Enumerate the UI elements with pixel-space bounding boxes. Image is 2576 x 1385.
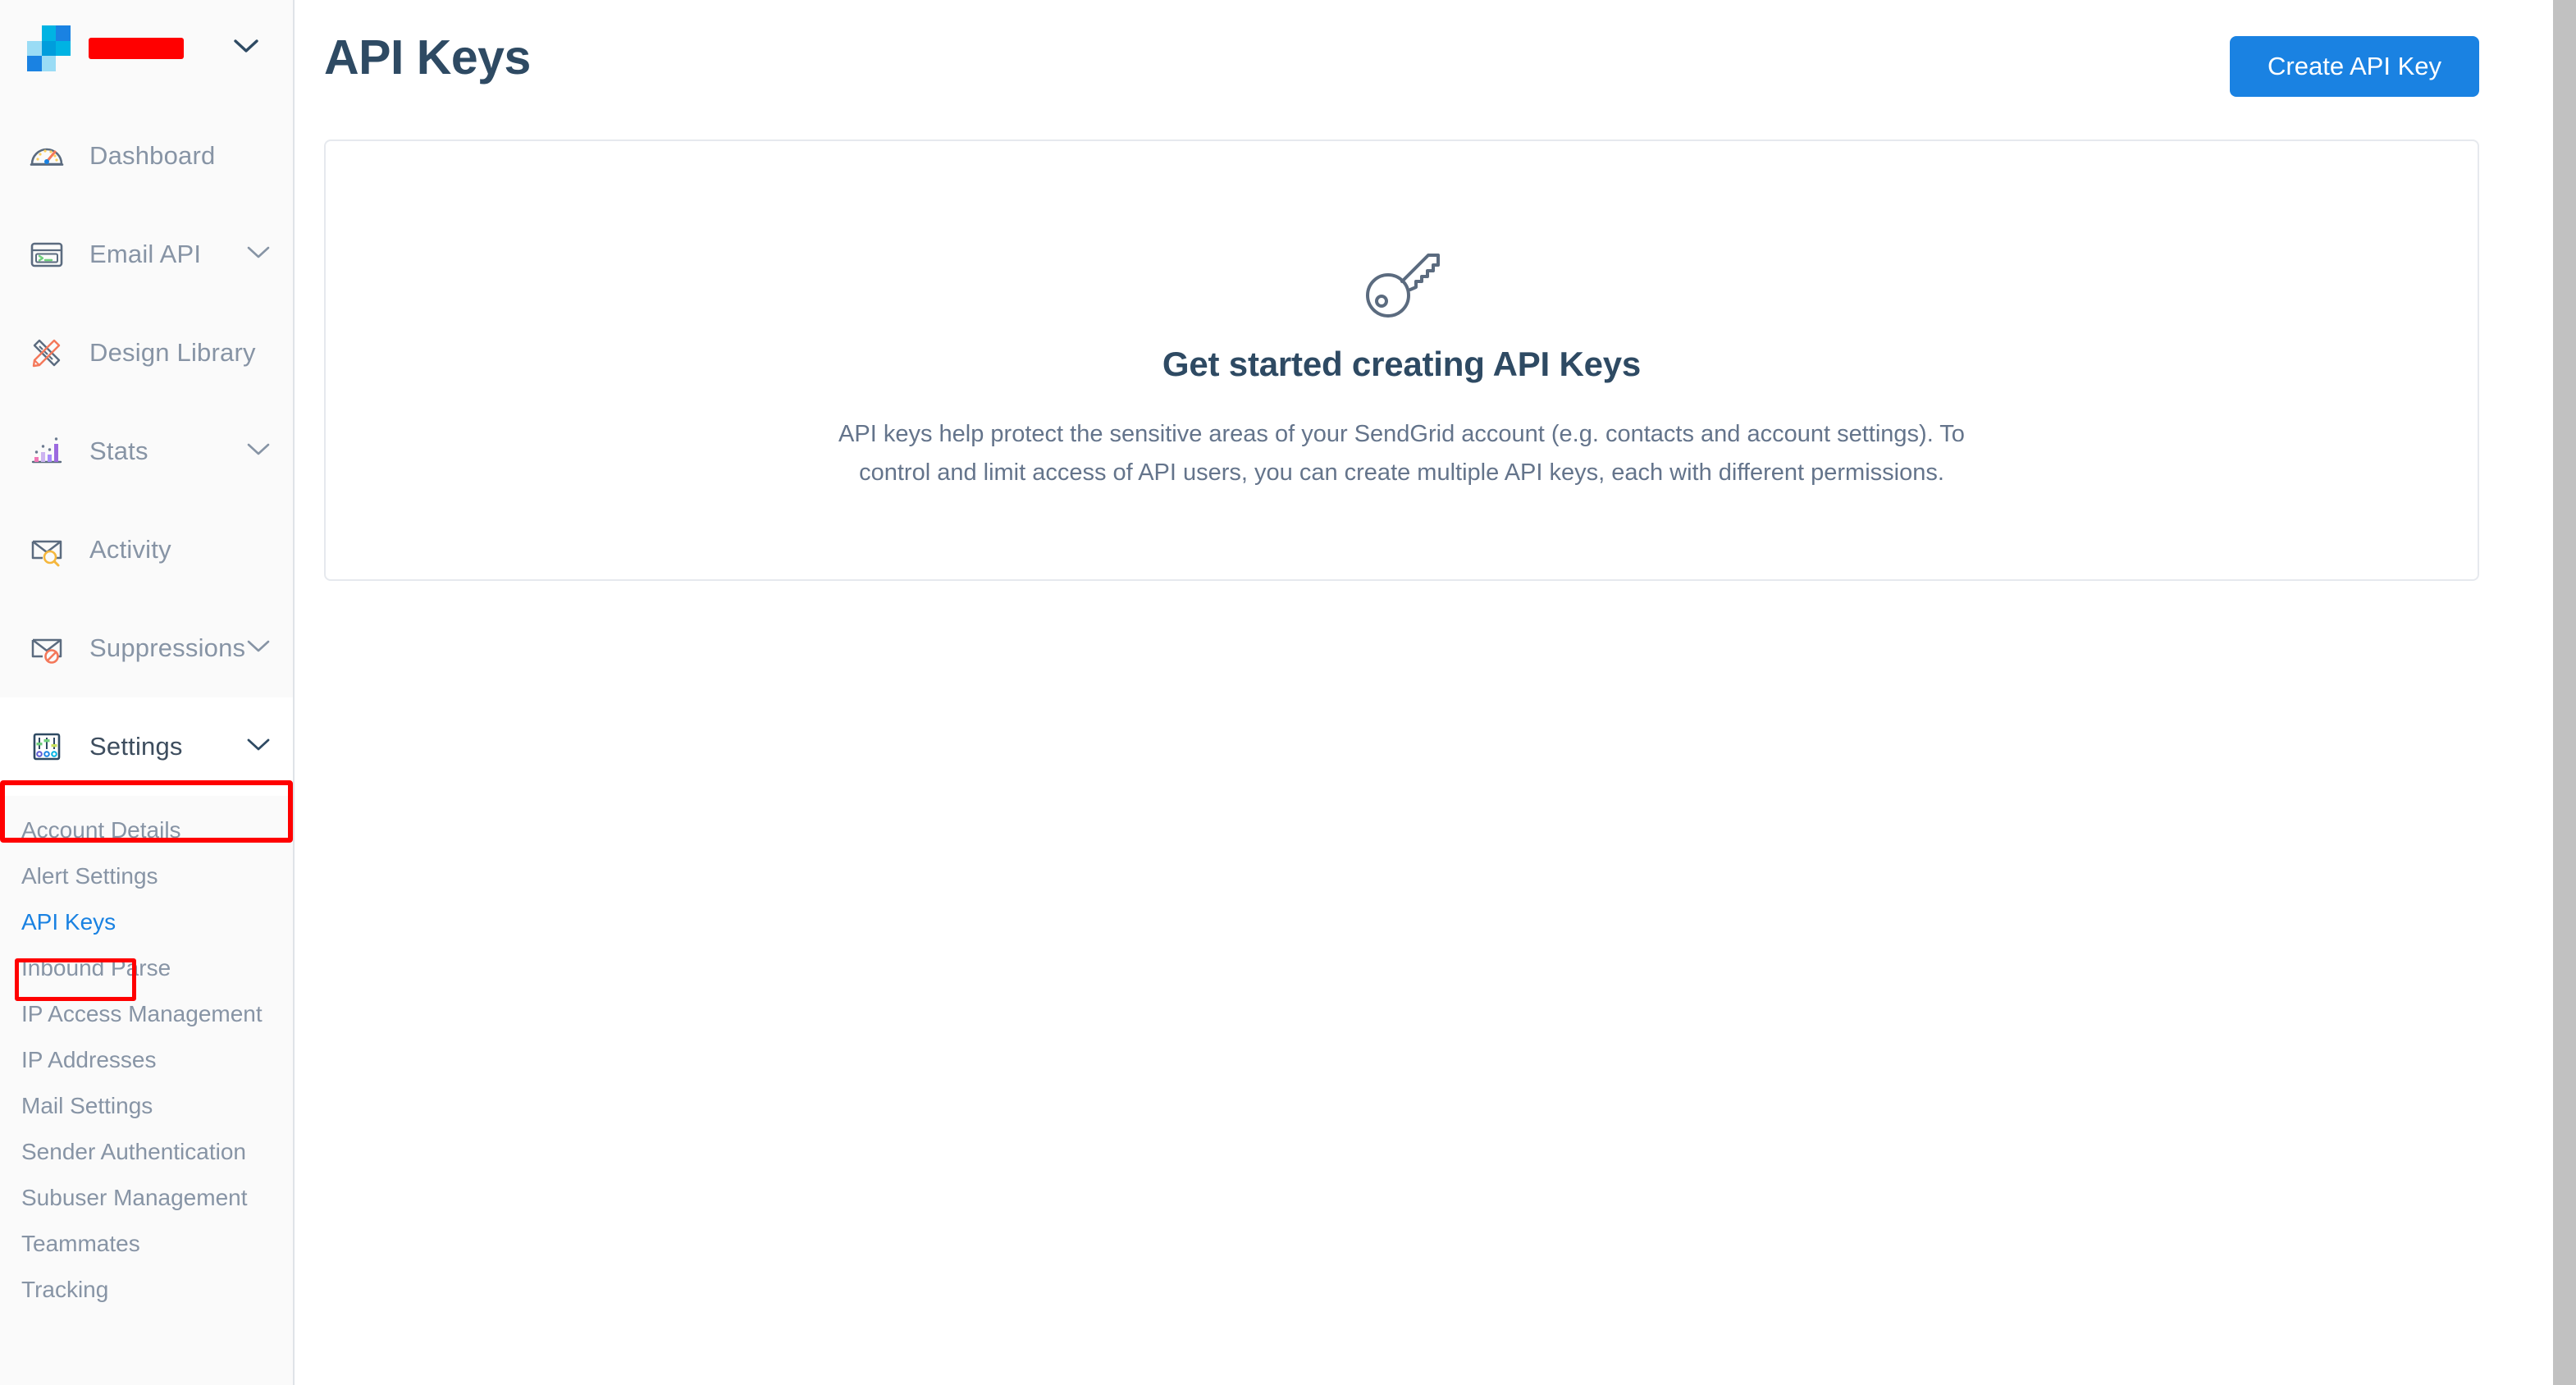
empty-state-title: Get started creating API Keys — [1162, 345, 1642, 383]
primary-nav: Dashboard Email API Design Library Stats… — [0, 97, 293, 796]
sidebar-item-stats[interactable]: Stats — [0, 402, 293, 501]
sendgrid-logo — [27, 25, 71, 71]
sidebar-subitem-tracking[interactable]: Tracking — [0, 1267, 293, 1313]
sidebar: Dashboard Email API Design Library Stats… — [0, 0, 295, 1385]
sidebar-subitem-sender-authentication[interactable]: Sender Authentication — [0, 1129, 293, 1175]
envelope-blocked-icon — [27, 629, 66, 668]
settings-submenu: Account Details Alert Settings API Keys … — [0, 796, 293, 1313]
sidebar-item-label: Activity — [89, 535, 171, 564]
envelope-search-icon — [27, 530, 66, 569]
empty-state-description: API keys help protect the sensitive area… — [838, 421, 1965, 486]
account-name-redacted — [89, 38, 184, 59]
sidebar-subitem-inbound-parse[interactable]: Inbound Parse — [0, 945, 293, 991]
page-header: API Keys Create API Key — [295, 0, 2576, 97]
bar-chart-icon — [27, 432, 66, 471]
sidebar-subitem-account-details[interactable]: Account Details — [0, 807, 293, 853]
sidebar-item-label: Settings — [89, 732, 183, 761]
sidebar-subitem-teammates[interactable]: Teammates — [0, 1221, 293, 1267]
sidebar-subitem-api-keys[interactable]: API Keys — [0, 899, 293, 945]
sidebar-item-label: Design Library — [89, 338, 256, 367]
sidebar-subitem-mail-settings[interactable]: Mail Settings — [0, 1083, 293, 1129]
pencil-ruler-icon — [27, 333, 66, 373]
sidebar-item-suppressions[interactable]: Suppressions — [0, 599, 293, 697]
app-root: Dashboard Email API Design Library Stats… — [0, 0, 2576, 1385]
chevron-down-icon[interactable] — [247, 738, 270, 756]
key-icon — [1359, 238, 1445, 323]
sliders-icon — [27, 727, 66, 766]
terminal-card-icon — [27, 235, 66, 274]
sidebar-item-settings[interactable]: Settings — [0, 697, 293, 796]
chevron-down-icon[interactable] — [247, 246, 270, 263]
sidebar-item-design-library[interactable]: Design Library — [0, 304, 293, 402]
vertical-scrollbar[interactable] — [2553, 0, 2576, 1385]
sidebar-item-label: Stats — [89, 437, 148, 465]
sidebar-item-label: Dashboard — [89, 141, 216, 170]
gauge-icon — [27, 136, 66, 176]
sidebar-item-label: Suppressions — [89, 633, 246, 662]
api-keys-empty-state-card: Get started creating API Keys API keys h… — [324, 139, 2479, 581]
sidebar-item-activity[interactable]: Activity — [0, 501, 293, 599]
brand-row[interactable] — [0, 0, 293, 97]
main-content: API Keys Create API Key Get started crea… — [295, 0, 2576, 1385]
page-title: API Keys — [324, 30, 531, 85]
sidebar-subitem-alert-settings[interactable]: Alert Settings — [0, 853, 293, 899]
sidebar-item-email-api[interactable]: Email API — [0, 205, 293, 304]
sidebar-item-label: Email API — [89, 240, 202, 268]
chevron-down-icon[interactable] — [247, 443, 270, 460]
sidebar-subitem-ip-access-management[interactable]: IP Access Management — [0, 991, 293, 1037]
chevron-down-icon[interactable] — [247, 640, 270, 657]
chevron-down-icon[interactable] — [234, 39, 258, 58]
create-api-key-button[interactable]: Create API Key — [2230, 36, 2479, 97]
sidebar-subitem-ip-addresses[interactable]: IP Addresses — [0, 1037, 293, 1083]
sidebar-item-dashboard[interactable]: Dashboard — [0, 107, 293, 205]
sidebar-subitem-subuser-management[interactable]: Subuser Management — [0, 1175, 293, 1221]
